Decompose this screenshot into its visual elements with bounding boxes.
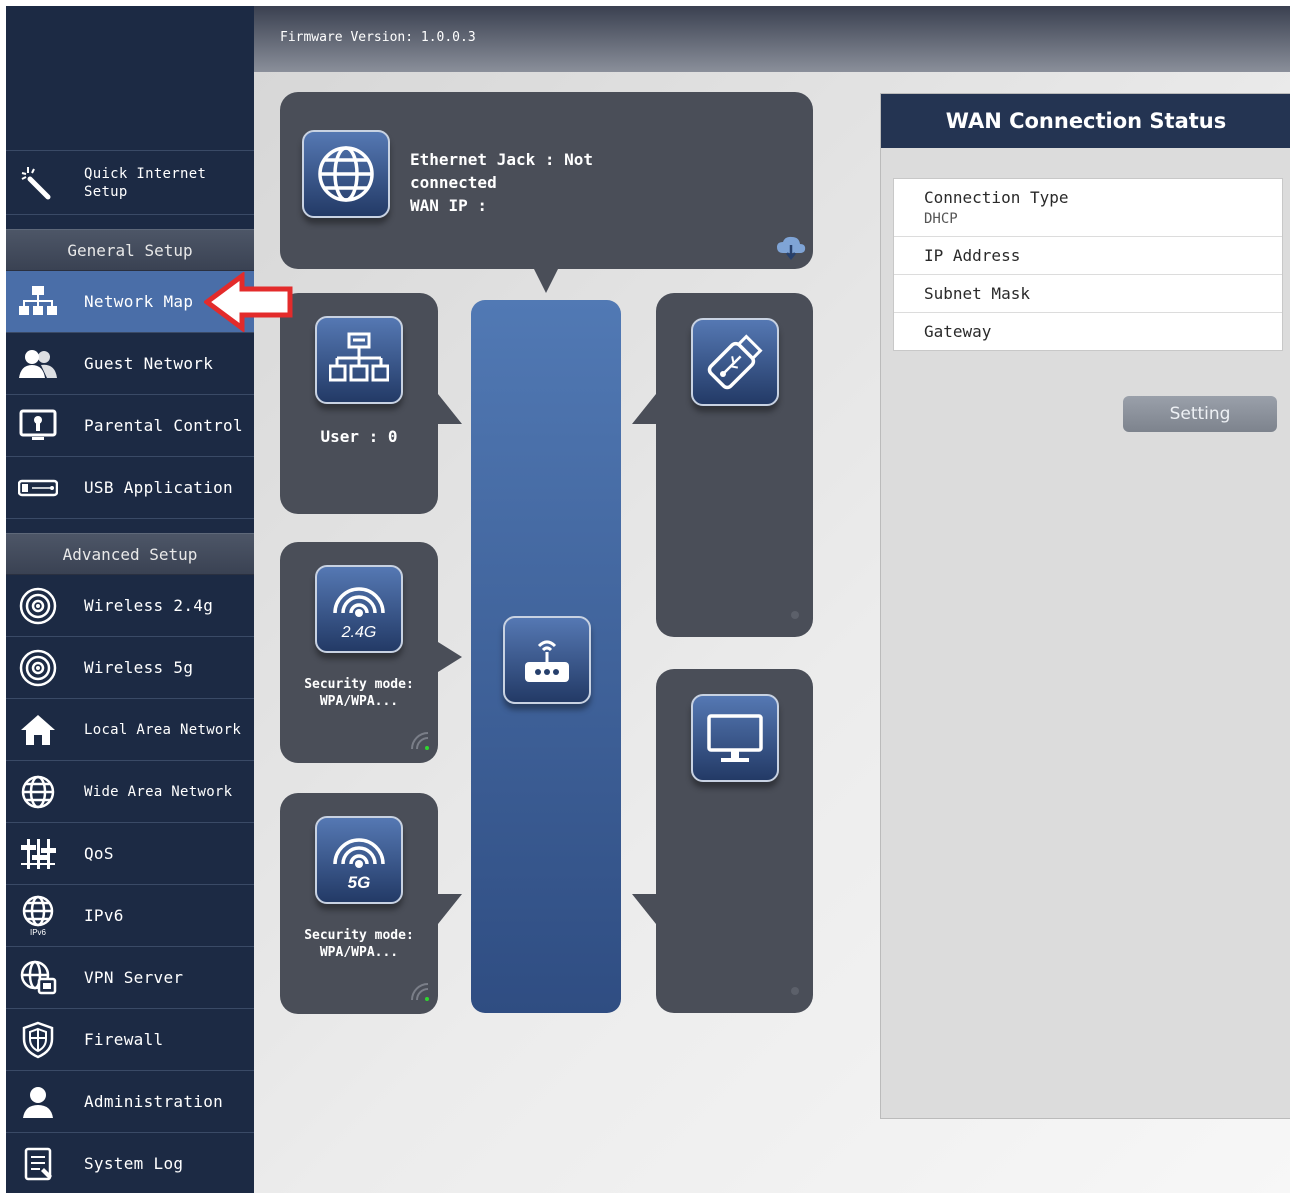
wan-ip: WAN IP : [410,196,488,215]
sidebar-item-label: System Log [84,1154,184,1173]
sidebar: Quick Internet Setup General Setup Netwo… [6,6,254,1193]
sidebar-item-label: Wireless 2.4g [84,596,214,615]
wifi-24g-icon[interactable]: 2.4G [315,565,403,653]
wifi-5g-security-label: Security mode: [304,928,414,943]
media-card[interactable] [656,669,813,1013]
vpn-icon [18,958,58,998]
monitor-icon[interactable] [691,694,779,782]
sidebar-item-parental-control[interactable]: Parental Control [6,395,254,457]
sidebar-item-local-area-network[interactable]: Local Area Network [6,699,254,761]
wireless-icon [18,586,58,626]
ipv6-badge: IPv6 [30,928,47,937]
globe-icon [18,772,58,812]
wifi5-pointer [438,894,462,924]
sidebar-item-label: Firewall [84,1030,164,1049]
sidebar-item-label: Local Area Network [84,721,242,738]
ipv6-icon: IPv6 [18,895,58,937]
wan-status-title: WAN Connection Status [881,94,1290,148]
home-icon [18,710,58,750]
status-dot [791,611,799,619]
wifi-signal-icon [410,982,430,1006]
sidebar-item-label: Guest Network [84,354,214,373]
qos-icon [18,834,58,874]
wifi-24g-security-value: WPA/WPA... [319,694,399,709]
wifi24-pointer [438,642,462,672]
user-icon [18,1082,58,1122]
client-count: User : 0 [320,427,398,446]
sidebar-item-label: Wireless 5g [84,658,194,677]
wifi-5g-badge: 5G [348,873,371,892]
log-icon [18,1144,58,1184]
wan-row-ip-address: IP Address [894,237,1282,275]
firmware-version: Firmware Version: 1.0.0.3 [280,30,476,45]
sidebar-item-wireless-5g[interactable]: Wireless 5g [6,637,254,699]
usb-pointer [632,394,656,424]
red-arrow-annotation [204,272,293,332]
wan-row-label: Gateway [924,322,992,341]
sidebar-item-label: VPN Server [84,968,184,987]
network-map-area: Ethernet Jack : Not connected WAN IP : U… [254,72,1290,1193]
clients-network-icon[interactable] [315,316,403,404]
sidebar-item-qos[interactable]: QoS [6,823,254,885]
internet-pointer [534,269,558,293]
wan-status-panel: WAN Connection Status Connection Type DH… [880,93,1290,1119]
magic-wand-icon [18,163,58,203]
sidebar-item-vpn-server[interactable]: VPN Server [6,947,254,1009]
wireless-icon [18,648,58,688]
wan-row-subnet-mask: Subnet Mask [894,275,1282,313]
sidebar-item-usb-application[interactable]: USB Application [6,457,254,519]
cloud-download-icon [775,235,807,265]
guest-network-icon [18,344,58,384]
sidebar-item-administration[interactable]: Administration [6,1071,254,1133]
wan-row-gateway: Gateway [894,313,1282,350]
router-icon[interactable] [503,616,591,704]
setting-button[interactable]: Setting [1123,396,1277,432]
wifi-24g-card[interactable]: 2.4G Security mode: WPA/WPA... [280,542,438,763]
wan-row-value: DHCP [924,211,958,227]
wan-row-label: IP Address [924,246,1021,265]
shield-icon [18,1020,58,1060]
usb-icon [18,468,58,508]
sidebar-item-label: USB Application [84,478,233,497]
sidebar-item-label: Parental Control [84,416,243,435]
ethernet-status: Ethernet Jack : Not [410,150,594,169]
sidebar-item-guest-network[interactable]: Guest Network [6,333,254,395]
wifi-5g-card[interactable]: 5G Security mode: WPA/WPA... [280,793,438,1014]
media-pointer [632,894,656,924]
sidebar-item-firewall[interactable]: Firewall [6,1009,254,1071]
sidebar-item-label: Administration [84,1092,224,1111]
sidebar-item-label: QoS [84,844,114,863]
clients-pointer [438,394,462,424]
general-setup-header: General Setup [6,229,254,271]
wan-row-connection-type: Connection Type DHCP [894,179,1282,237]
sidebar-item-wide-area-network[interactable]: Wide Area Network [6,761,254,823]
wifi-5g-icon[interactable]: 5G [315,816,403,904]
sidebar-item-ipv6[interactable]: IPv6 IPv6 [6,885,254,947]
status-dot [791,987,799,995]
wan-row-label: Subnet Mask [924,284,1030,303]
usb-drive-icon[interactable] [691,318,779,406]
sidebar-item-quick-internet-setup[interactable]: Quick Internet Setup [6,151,254,215]
sidebar-item-label: IPv6 [84,906,124,925]
wifi-5g-security-value: WPA/WPA... [319,945,399,960]
sidebar-item-label: Network Map [84,292,194,311]
wifi-24g-security-label: Security mode: [304,677,414,692]
top-bar: Firmware Version: 1.0.0.3 [254,6,1290,72]
parental-control-icon [18,406,58,446]
sidebar-item-label: Quick Internet Setup [84,165,207,200]
sidebar-item-label: Wide Area Network [84,783,233,800]
wan-status-list: Connection Type DHCP IP Address Subnet M… [893,178,1283,351]
internet-globe-icon[interactable] [302,130,390,218]
wifi-signal-icon [410,731,430,755]
wifi-24g-badge: 2.4G [341,624,377,641]
network-map-icon [18,282,58,322]
usb-card[interactable] [656,293,813,637]
internet-card[interactable]: Ethernet Jack : Not connected WAN IP : [280,92,813,269]
ethernet-status-cont: connected [410,173,497,192]
sidebar-item-wireless-24g[interactable]: Wireless 2.4g [6,575,254,637]
logo-area [6,6,254,151]
advanced-setup-header: Advanced Setup [6,533,254,575]
sidebar-item-system-log[interactable]: System Log [6,1133,254,1193]
wan-row-label: Connection Type [924,188,1069,207]
